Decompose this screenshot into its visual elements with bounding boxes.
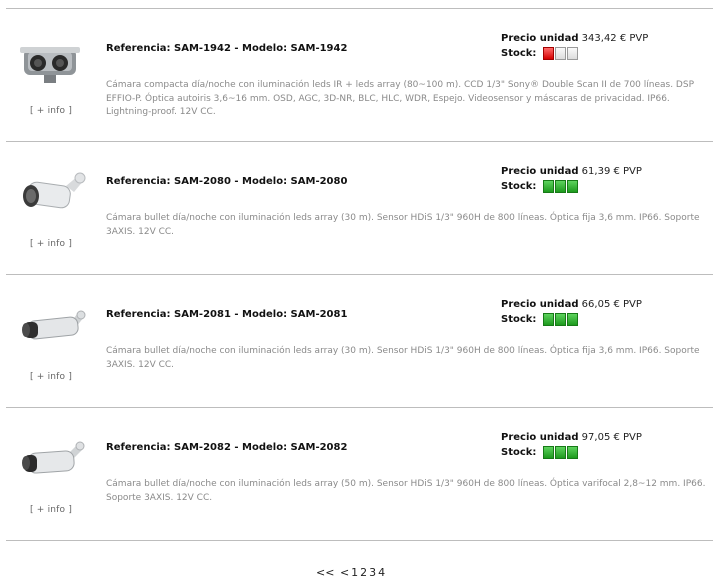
more-info-link[interactable]: [ + info ] [30, 505, 72, 515]
stock-indicator [543, 47, 578, 60]
stock-segment [543, 313, 554, 326]
stock-segment [543, 446, 554, 459]
stock-segment [543, 180, 554, 193]
product-reference: Referencia: SAM-1942 - Modelo: SAM-1942 [106, 43, 348, 54]
stock-indicator [543, 313, 578, 326]
price-label: Precio unidad [501, 432, 579, 443]
divider [6, 540, 713, 541]
stock-row: Stock: [501, 47, 578, 60]
price-value: 97,05 € PVP [581, 432, 642, 443]
stock-row: Stock: [501, 313, 578, 326]
stock-label: Stock: [501, 48, 537, 59]
page-link-1[interactable]: 1 [351, 566, 358, 578]
price-value: 61,39 € PVP [581, 166, 642, 177]
stock-segment [555, 446, 566, 459]
prev-page-link[interactable]: < [340, 566, 349, 578]
price-label: Precio unidad [501, 299, 579, 310]
stock-segment [567, 47, 578, 60]
stock-segment [567, 180, 578, 193]
first-page-link[interactable]: << [316, 566, 334, 578]
product-description: Cámara bullet día/noche con iluminación … [106, 213, 700, 237]
price-value: 66,05 € PVP [581, 299, 642, 310]
page-link-3[interactable]: 3 [369, 566, 376, 578]
more-info-link[interactable]: [ + info ] [30, 372, 72, 382]
more-info-link[interactable]: [ + info ] [30, 239, 72, 249]
product-description: Cámara bullet día/noche con iluminación … [106, 346, 700, 370]
stock-segment [555, 47, 566, 60]
price-row: Precio unidad 343,42 € PVP [501, 33, 648, 44]
compact-camera-icon[interactable] [14, 33, 90, 97]
stock-indicator [543, 180, 578, 193]
product-item: [ + info ] Referencia: SAM-2080 - Modelo… [6, 142, 713, 274]
product-description: Cámara compacta día/noche con iluminació… [106, 80, 694, 117]
product-reference: Referencia: SAM-2081 - Modelo: SAM-2081 [106, 309, 348, 320]
product-list: [ + info ] Referencia: SAM-1942 - Modelo… [6, 8, 713, 541]
pagination: << <1 2 3 4 [316, 566, 387, 578]
price-row: Precio unidad 66,05 € PVP [501, 299, 642, 310]
price-row: Precio unidad 61,39 € PVP [501, 166, 642, 177]
product-item: [ + info ] Referencia: SAM-2082 - Modelo… [6, 408, 713, 540]
bullet-camera-icon[interactable] [14, 166, 90, 230]
bullet-camera-icon[interactable] [14, 299, 90, 363]
price-label: Precio unidad [501, 166, 579, 177]
stock-label: Stock: [501, 447, 537, 458]
bullet-camera-icon[interactable] [14, 432, 90, 496]
price-row: Precio unidad 97,05 € PVP [501, 432, 642, 443]
stock-segment [543, 47, 554, 60]
stock-indicator [543, 446, 578, 459]
stock-segment [567, 313, 578, 326]
page-link-2[interactable]: 2 [360, 566, 367, 578]
product-description: Cámara bullet día/noche con iluminación … [106, 479, 706, 503]
stock-segment [555, 180, 566, 193]
product-item: [ + info ] Referencia: SAM-1942 - Modelo… [6, 9, 713, 141]
stock-label: Stock: [501, 181, 537, 192]
stock-row: Stock: [501, 180, 578, 193]
page-link-4[interactable]: 4 [378, 566, 385, 578]
more-info-link[interactable]: [ + info ] [30, 106, 72, 116]
stock-segment [555, 313, 566, 326]
stock-label: Stock: [501, 314, 537, 325]
product-reference: Referencia: SAM-2080 - Modelo: SAM-2080 [106, 176, 348, 187]
product-reference: Referencia: SAM-2082 - Modelo: SAM-2082 [106, 442, 348, 453]
price-value: 343,42 € PVP [581, 33, 649, 44]
stock-segment [567, 446, 578, 459]
price-label: Precio unidad [501, 33, 579, 44]
product-item: [ + info ] Referencia: SAM-2081 - Modelo… [6, 275, 713, 407]
stock-row: Stock: [501, 446, 578, 459]
